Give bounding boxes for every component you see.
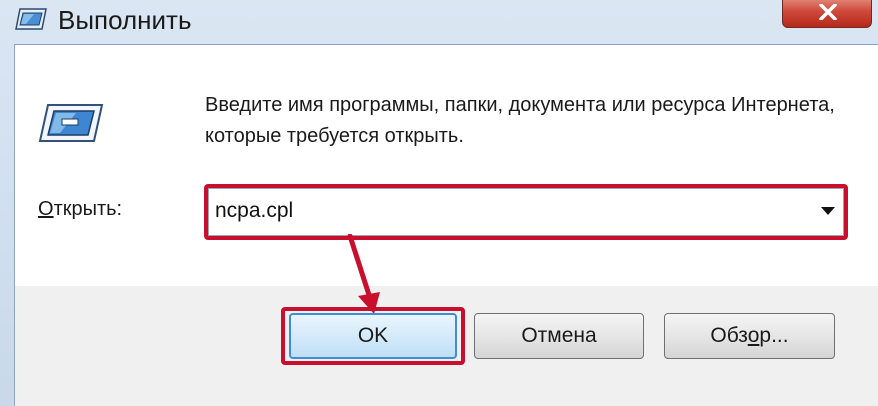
window-title: Выполнить bbox=[58, 5, 192, 35]
open-combobox[interactable]: ncpa.cpl bbox=[208, 188, 844, 236]
browse-label-start: Обз bbox=[710, 324, 748, 347]
browse-button[interactable]: Обзор... bbox=[664, 313, 835, 359]
open-label-accesskey: О bbox=[38, 198, 54, 220]
close-button[interactable] bbox=[782, 0, 872, 28]
browse-label-accesskey: о bbox=[747, 324, 760, 347]
run-app-icon bbox=[14, 6, 48, 32]
ok-button[interactable]: OK bbox=[289, 313, 457, 359]
annotation-arrow bbox=[347, 234, 380, 314]
browse-label-end: р... bbox=[759, 324, 789, 347]
run-icon bbox=[38, 103, 104, 143]
open-label-text: ткрыть: bbox=[53, 198, 123, 220]
cancel-button[interactable]: Отмена bbox=[474, 313, 644, 359]
dialog-description: Введите имя программы, папки, документа … bbox=[205, 94, 835, 147]
run-dialog-window: Выполнить Введите имя программы, папки, … bbox=[0, 0, 878, 406]
chevron-down-icon[interactable] bbox=[821, 207, 835, 215]
open-input-value[interactable]: ncpa.cpl bbox=[215, 199, 293, 223]
open-label: Открыть: bbox=[38, 198, 122, 221]
title-bar[interactable]: Выполнить bbox=[0, 0, 878, 40]
